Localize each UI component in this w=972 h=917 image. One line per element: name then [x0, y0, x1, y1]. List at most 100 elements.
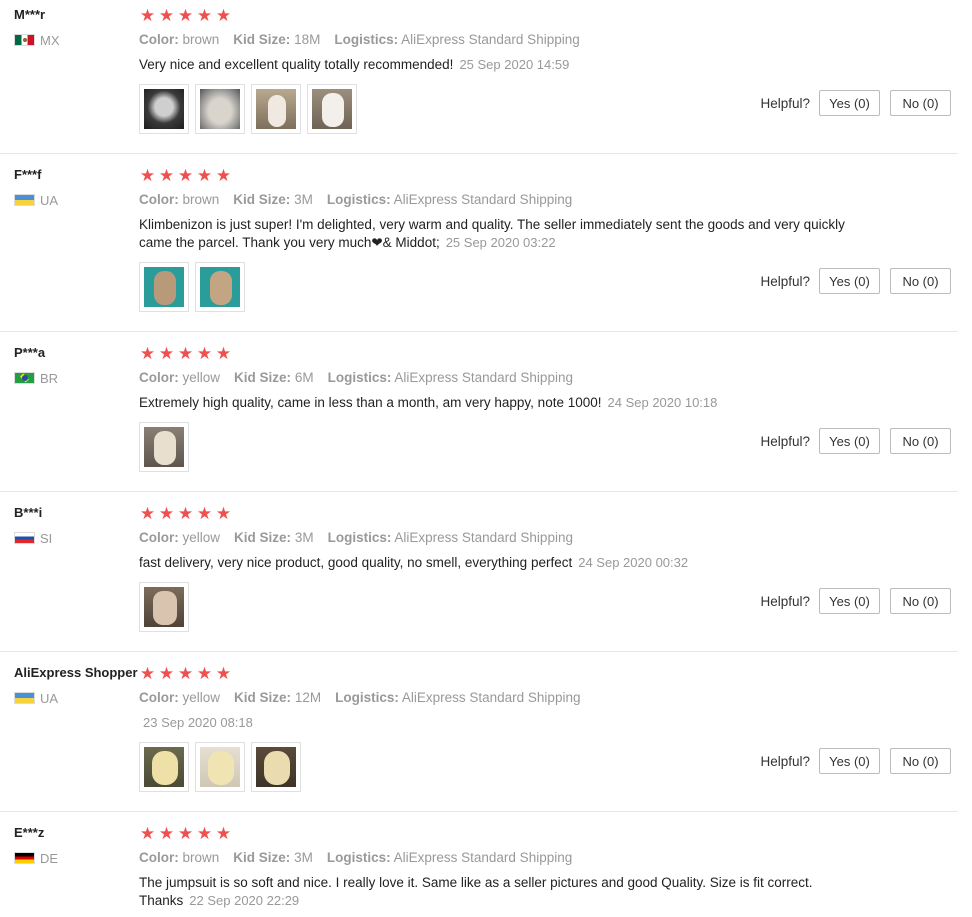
review-photos — [139, 742, 301, 792]
logistics-label: Logistics: — [326, 192, 391, 207]
review-photo[interactable] — [195, 742, 245, 792]
helpful-label: Helpful? — [760, 273, 810, 289]
helpful-no-button[interactable]: No (0) — [890, 748, 951, 774]
ukraine-flag-icon — [14, 692, 35, 704]
helpful-label: Helpful? — [760, 433, 810, 449]
user-country: UA — [14, 690, 59, 706]
user-country: DE — [14, 851, 58, 866]
logistics-label: Logistics: — [335, 690, 399, 705]
review-photos — [139, 262, 245, 312]
logistics-label: Logistics: — [334, 32, 399, 47]
star-icon: ★ — [158, 166, 175, 185]
review-photo[interactable] — [251, 742, 301, 792]
rating-stars: ★ ★ ★ ★ ★ — [139, 665, 232, 683]
star-icon: ★ — [158, 824, 175, 843]
kid-size-value: 3M — [294, 192, 313, 207]
helpful-yes-button[interactable]: Yes (0) — [819, 748, 880, 774]
rating-stars: ★ ★ ★ ★ ★ — [139, 7, 232, 25]
helpful-label: Helpful? — [760, 95, 810, 111]
color-label: Color: — [139, 32, 179, 47]
helpful-no-button[interactable]: No (0) — [890, 588, 951, 614]
color-label: Color: — [139, 690, 179, 705]
order-attributes: Color: yellow Kid Size: 12M Logistics: A… — [139, 690, 594, 705]
review-body: Extremely high quality, came in less tha… — [139, 395, 602, 410]
review-photo[interactable] — [139, 742, 189, 792]
star-icon: ★ — [215, 824, 232, 843]
country-code: SI — [40, 530, 53, 546]
color-value: yellow — [182, 690, 221, 705]
user-name: M***r — [14, 7, 46, 22]
color-value: brown — [182, 850, 220, 865]
review-text: Very nice and excellent quality totally … — [139, 56, 879, 74]
star-icon: ★ — [177, 504, 194, 523]
review-date: 25 Sep 2020 14:59 — [459, 57, 570, 72]
kid-size-label: Kid Size: — [234, 370, 292, 385]
helpful-no-button[interactable]: No (0) — [890, 428, 951, 454]
star-icon: ★ — [139, 664, 156, 683]
kid-size-value: 6M — [294, 370, 314, 385]
review-photo[interactable] — [139, 84, 189, 134]
review-item: E***z DE ★ ★ ★ ★ ★ Color: brown Kid Size: 3M… — [0, 818, 958, 917]
helpful-no-button[interactable]: No (0) — [890, 268, 951, 294]
star-icon: ★ — [139, 344, 156, 363]
kid-size-label: Kid Size: — [233, 850, 291, 865]
review-text: fast delivery, very nice product, good q… — [139, 554, 879, 572]
logistics-value: AliExpress Standard Shipping — [393, 850, 573, 865]
review-photo[interactable] — [139, 582, 189, 632]
review-item: M***r MX ★ ★ ★ ★ ★ Color: brown Kid Size: 18… — [0, 0, 958, 154]
kid-size-value: 3M — [294, 530, 314, 545]
star-icon: ★ — [177, 824, 194, 843]
review-photo[interactable] — [195, 84, 245, 134]
order-attributes: Color: brown Kid Size: 3M Logistics: Ali… — [139, 192, 586, 207]
order-attributes: Color: brown Kid Size: 18M Logistics: Al… — [139, 32, 594, 47]
star-icon: ★ — [215, 6, 232, 25]
color-label: Color: — [139, 530, 179, 545]
helpful-yes-button[interactable]: Yes (0) — [819, 90, 880, 116]
review-body: fast delivery, very nice product, good q… — [139, 555, 573, 570]
star-icon: ★ — [196, 344, 213, 363]
star-icon: ★ — [158, 504, 175, 523]
star-icon: ★ — [215, 664, 232, 683]
user-country: UA — [14, 193, 58, 208]
helpful-no-button[interactable]: No (0) — [890, 90, 951, 116]
helpful-yes-button[interactable]: Yes (0) — [819, 588, 880, 614]
logistics-label: Logistics: — [327, 530, 392, 545]
order-attributes: Color: yellow Kid Size: 6M Logistics: Al… — [139, 370, 587, 385]
review-text: The jumpsuit is so soft and nice. I real… — [139, 874, 879, 910]
review-photo[interactable] — [139, 262, 189, 312]
kid-size-label: Kid Size: — [233, 32, 291, 47]
review-photo[interactable] — [307, 84, 357, 134]
color-value: brown — [182, 32, 220, 47]
star-icon: ★ — [158, 664, 175, 683]
logistics-value: AliExpress Standard Shipping — [393, 192, 573, 207]
helpful-yes-button[interactable]: Yes (0) — [819, 428, 880, 454]
star-icon: ★ — [177, 664, 194, 683]
review-photo[interactable] — [251, 84, 301, 134]
star-icon: ★ — [196, 664, 213, 683]
user-name: AliExpress Shopper — [14, 665, 138, 680]
review-photos — [139, 422, 189, 472]
star-icon: ★ — [196, 824, 213, 843]
order-attributes: Color: brown Kid Size: 3M Logistics: Ali… — [139, 850, 586, 865]
review-item: P***a BR ★ ★ ★ ★ ★ Color: yellow Kid Size: 6… — [0, 338, 958, 492]
user-country: MX — [14, 33, 60, 48]
review-photos — [139, 84, 357, 134]
kid-size-label: Kid Size: — [234, 690, 292, 705]
rating-stars: ★ ★ ★ ★ ★ — [139, 167, 232, 185]
helpful-yes-button[interactable]: Yes (0) — [819, 268, 880, 294]
helpful-vote: Helpful? Yes (0) No (0) — [760, 428, 951, 454]
review-photo[interactable] — [139, 422, 189, 472]
germany-flag-icon — [14, 852, 35, 864]
review-item: B***i SI ★ ★ ★ ★ ★ Color: yellow Kid Size: 3… — [0, 498, 958, 652]
star-icon: ★ — [196, 166, 213, 185]
country-code: UA — [40, 690, 59, 706]
helpful-vote: Helpful? Yes (0) No (0) — [760, 588, 951, 614]
review-photo[interactable] — [195, 262, 245, 312]
star-icon: ★ — [196, 6, 213, 25]
star-icon: ★ — [139, 6, 156, 25]
helpful-vote: Helpful? Yes (0) No (0) — [760, 90, 951, 116]
rating-stars: ★ ★ ★ ★ ★ — [139, 505, 232, 523]
star-icon: ★ — [215, 344, 232, 363]
country-code: BR — [40, 370, 59, 386]
logistics-value: AliExpress Standard Shipping — [401, 690, 581, 705]
